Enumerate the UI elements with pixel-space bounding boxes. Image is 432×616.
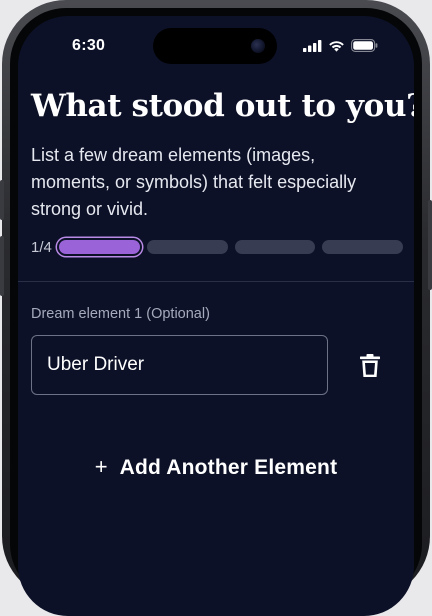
front-camera-icon	[251, 39, 265, 53]
divider	[18, 281, 414, 282]
side-button-right	[428, 200, 432, 290]
progress-segment-4	[322, 240, 403, 254]
page-title: What stood out to you?	[31, 88, 414, 124]
side-button-left-lower	[0, 236, 4, 296]
trash-icon	[360, 354, 380, 377]
progress-segment-1	[59, 240, 140, 254]
battery-icon	[351, 39, 378, 52]
dream-element-input[interactable]: Uber Driver	[31, 335, 328, 395]
add-element-button[interactable]: + Add Another Element	[18, 450, 414, 486]
wifi-icon	[329, 40, 344, 52]
progress-track	[59, 240, 403, 254]
status-icons	[303, 39, 378, 52]
progress-segment-2	[146, 240, 228, 254]
dynamic-island	[153, 28, 277, 64]
dream-element-value: Uber Driver	[47, 354, 145, 375]
side-button-left-upper	[0, 180, 4, 220]
dream-element-label: Dream element 1 (Optional)	[31, 306, 210, 322]
progress-segment-3	[234, 240, 316, 254]
page-subtitle: List a few dream elements (images, momen…	[31, 145, 357, 219]
status-bar: 6:30	[18, 16, 414, 78]
add-element-label: Add Another Element	[119, 456, 338, 479]
delete-element-button[interactable]	[356, 350, 384, 382]
progress-text: 1/4	[31, 238, 52, 256]
progress-indicator: 1/4	[31, 236, 403, 258]
app-screen: 6:30 What stood out to you? List a few d…	[18, 16, 414, 616]
plus-icon: +	[94, 454, 108, 479]
status-time: 6:30	[72, 37, 106, 54]
cellular-signal-icon	[303, 39, 322, 52]
